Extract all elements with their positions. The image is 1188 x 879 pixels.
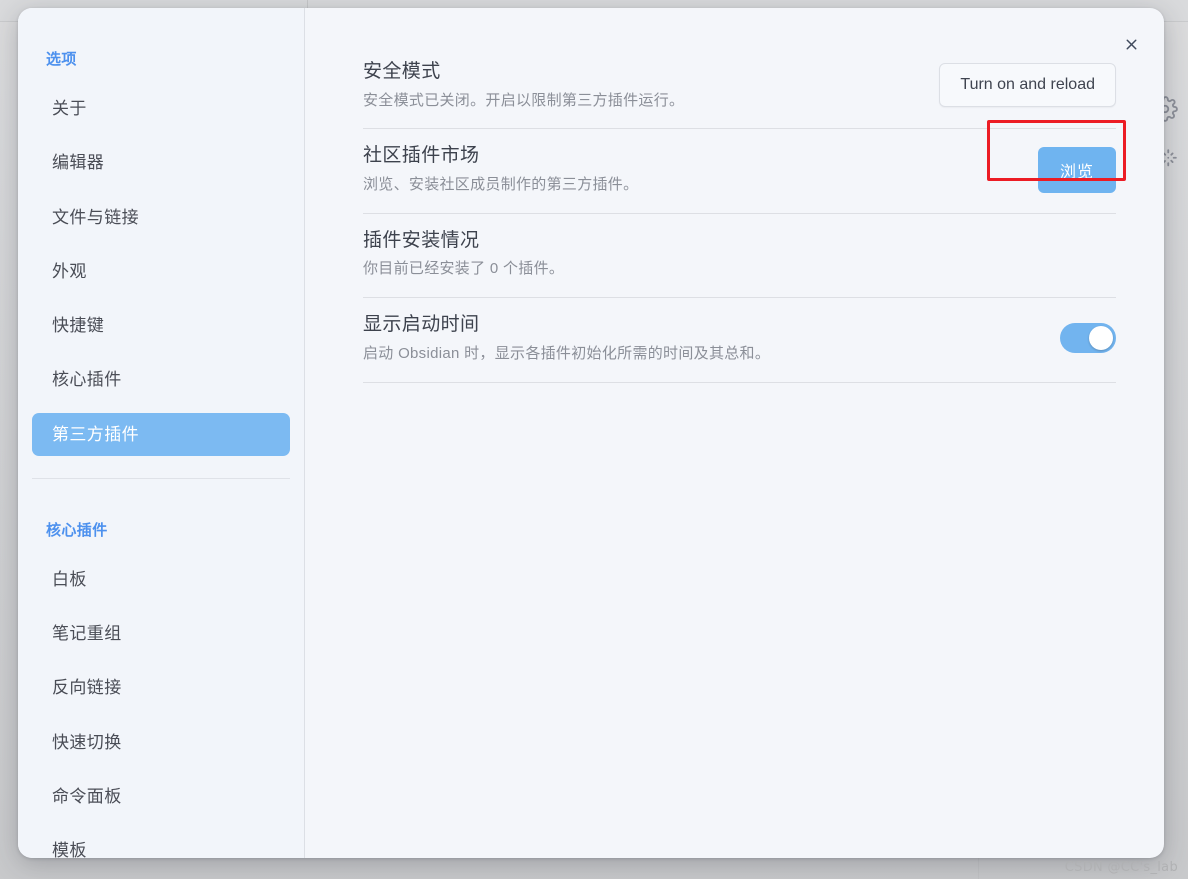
close-icon[interactable] <box>1117 30 1145 58</box>
setting-row-community-plugin-market: 社区插件市场 浏览、安装社区成员制作的第三方插件。 浏览 <box>363 119 1126 214</box>
setting-row-safe-mode: 安全模式 安全模式已关闭。开启以限制第三方插件运行。 Turn on and r… <box>363 45 1116 130</box>
sidebar-item-note-composer[interactable]: 笔记重组 <box>32 612 290 655</box>
setting-info: 显示启动时间 启动 Obsidian 时，显示各插件初始化所需的时间及其总和。 <box>363 312 770 364</box>
setting-description: 启动 Obsidian 时，显示各插件初始化所需的时间及其总和。 <box>363 344 771 362</box>
sidebar-item-backlinks[interactable]: 反向链接 <box>32 666 290 709</box>
sidebar-heading-options: 选项 <box>46 51 77 68</box>
sidebar-group-core-plugins: 核心插件 白板 笔记重组 反向链接 快速切换 命令面板 模板 <box>18 519 304 858</box>
setting-row-installed-plugins: 插件安装情况 你目前已经安装了 0 个插件。 <box>363 214 1116 299</box>
settings-item-list: 安全模式 安全模式已关闭。开启以限制第三方插件运行。 Turn on and r… <box>305 8 1164 383</box>
sidebar-item-community-plugins[interactable]: 第三方插件 <box>32 412 290 456</box>
sidebar-item-quick-switcher[interactable]: 快速切换 <box>32 721 290 764</box>
setting-description: 安全模式已关闭。开启以限制第三方插件运行。 <box>363 91 685 109</box>
sidebar-item-core-plugins[interactable]: 核心插件 <box>32 358 290 401</box>
sidebar-item-files-and-links[interactable]: 文件与链接 <box>32 196 290 239</box>
setting-description: 浏览、安装社区成员制作的第三方插件。 <box>363 176 639 194</box>
settings-content: 安全模式 安全模式已关闭。开启以限制第三方插件运行。 Turn on and r… <box>305 8 1164 858</box>
settings-sidebar[interactable]: 选项 关于 编辑器 文件与链接 外观 快捷键 核心插件 第三方插件 核心插件 白… <box>18 8 305 858</box>
setting-info: 插件安装情况 你目前已经安装了 0 个插件。 <box>363 228 564 280</box>
watermark: CSDN @CC's_lab <box>1064 860 1178 875</box>
toggle-knob <box>1089 326 1113 351</box>
sidebar-item-appearance[interactable]: 外观 <box>32 250 290 293</box>
setting-control <box>1060 323 1116 354</box>
setting-control: 浏览 <box>986 119 1126 193</box>
app-backdrop: 选项 关于 编辑器 文件与链接 外观 快捷键 核心插件 第三方插件 核心插件 白… <box>0 0 1188 879</box>
settings-modal: 选项 关于 编辑器 文件与链接 外观 快捷键 核心插件 第三方插件 核心插件 白… <box>18 8 1164 858</box>
setting-title: 插件安装情况 <box>363 229 480 251</box>
sidebar-item-editor[interactable]: 编辑器 <box>32 141 290 184</box>
sidebar-item-templates[interactable]: 模板 <box>32 829 290 858</box>
sidebar-item-command-palette[interactable]: 命令面板 <box>32 775 290 818</box>
turn-on-and-reload-button[interactable]: Turn on and reload <box>939 63 1116 108</box>
show-startup-time-toggle[interactable] <box>1060 323 1116 354</box>
setting-info: 安全模式 安全模式已关闭。开启以限制第三方插件运行。 <box>363 59 684 111</box>
browse-button[interactable]: 浏览 <box>1037 146 1116 193</box>
setting-row-show-startup-time: 显示启动时间 启动 Obsidian 时，显示各插件初始化所需的时间及其总和。 <box>363 298 1116 383</box>
sidebar-item-canvas[interactable]: 白板 <box>32 558 290 601</box>
setting-description: 你目前已经安装了 0 个插件。 <box>363 260 565 278</box>
app-statusbar-divider <box>978 857 979 879</box>
sidebar-heading-core-plugins: 核心插件 <box>46 521 108 539</box>
sidebar-item-hotkeys[interactable]: 快捷键 <box>32 304 290 347</box>
sidebar-divider <box>32 477 290 479</box>
setting-control: Turn on and reload <box>939 63 1116 108</box>
setting-title: 显示启动时间 <box>363 314 480 336</box>
sidebar-group-options: 选项 关于 编辑器 文件与链接 外观 快捷键 核心插件 第三方插件 <box>18 48 304 479</box>
sidebar-item-about[interactable]: 关于 <box>32 87 290 130</box>
setting-info: 社区插件市场 浏览、安装社区成员制作的第三方插件。 <box>363 143 638 195</box>
setting-title: 安全模式 <box>363 61 441 82</box>
setting-title: 社区插件市场 <box>363 145 480 167</box>
